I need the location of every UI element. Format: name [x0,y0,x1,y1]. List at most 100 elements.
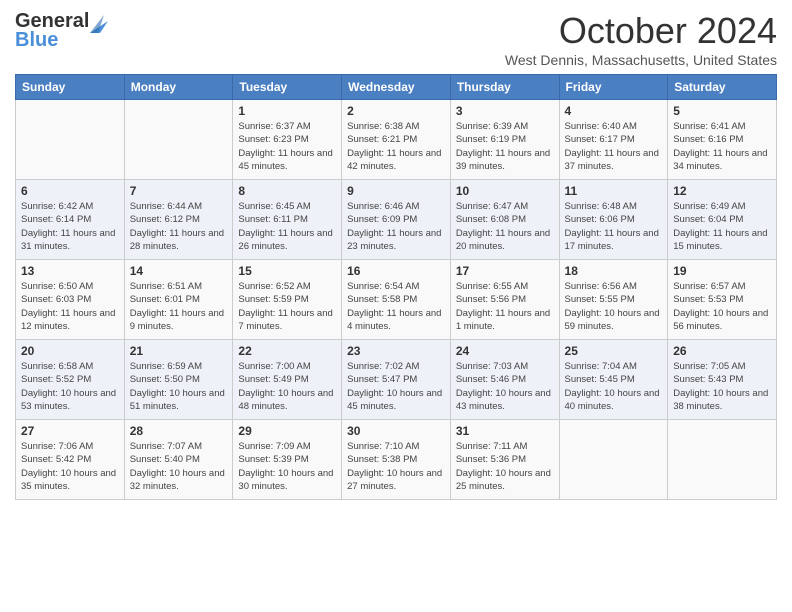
sunrise-text: Sunrise: 6:50 AM [21,280,119,293]
day-info: Sunrise: 6:45 AMSunset: 6:11 PMDaylight:… [238,200,336,253]
sunset-text: Sunset: 5:43 PM [673,373,771,386]
sunset-text: Sunset: 5:36 PM [456,453,554,466]
daylight-text: Daylight: 10 hours and 51 minutes. [130,387,228,414]
sunrise-text: Sunrise: 7:11 AM [456,440,554,453]
table-row: 19 Sunrise: 6:57 AMSunset: 5:53 PMDayligh… [668,260,777,340]
day-info: Sunrise: 7:04 AMSunset: 5:45 PMDaylight:… [565,360,663,413]
sunrise-text: Sunrise: 7:02 AM [347,360,445,373]
table-row: 20Sunrise: 6:58 AMSunset: 5:52 PMDayligh… [16,340,125,420]
col-sunday: Sunday [16,75,125,100]
daylight-text: Daylight: 11 hours and 7 minutes. [238,307,336,334]
day-number: 27 [21,424,119,438]
table-row: 3Sunrise: 6:39 AMSunset: 6:19 PMDaylight… [450,100,559,180]
table-row [124,100,233,180]
daylight-text: Daylight: 11 hours and 9 minutes. [130,307,228,334]
sunset-text: Sunset: 6:23 PM [238,133,336,146]
table-row: 26Sunrise: 7:05 AMSunset: 5:43 PMDayligh… [668,340,777,420]
sunrise-text: Sunrise: 6:48 AM [565,200,663,213]
sunrise-text: Sunrise: 6:39 AM [456,120,554,133]
day-number: 31 [456,424,554,438]
day-info: Sunrise: 6:47 AMSunset: 6:08 PMDaylight:… [456,200,554,253]
sunrise-text: Sunrise: 6:47 AM [456,200,554,213]
daylight-text: Daylight: 11 hours and 45 minutes. [238,147,336,174]
table-row: 22Sunrise: 7:00 AMSunset: 5:49 PMDayligh… [233,340,342,420]
daylight-text: Daylight: 11 hours and 42 minutes. [347,147,445,174]
sunset-text: Sunset: 5:52 PM [21,373,119,386]
table-row: 15Sunrise: 6:52 AMSunset: 5:59 PMDayligh… [233,260,342,340]
sunset-text: Sunset: 5:39 PM [238,453,336,466]
daylight-text: Daylight: 10 hours and 27 minutes. [347,467,445,494]
sunset-text: Sunset: 6:08 PM [456,213,554,226]
daylight-text: Daylight: 11 hours and 4 minutes. [347,307,445,334]
sunrise-text: Sunrise: 7:03 AM [456,360,554,373]
col-wednesday: Wednesday [342,75,451,100]
day-number: 13 [21,264,119,278]
day-number: 7 [130,184,228,198]
sunrise-text: Sunrise: 6:59 AM [130,360,228,373]
sunset-text: Sunset: 6:21 PM [347,133,445,146]
sunset-text: Sunset: 6:01 PM [130,293,228,306]
calendar-week-row: 1Sunrise: 6:37 AMSunset: 6:23 PMDaylight… [16,100,777,180]
sunset-text: Sunset: 5:56 PM [456,293,554,306]
sunrise-text: Sunrise: 6:56 AM [565,280,663,293]
sunrise-text: Sunrise: 6:45 AM [238,200,336,213]
day-number: 30 [347,424,445,438]
sunset-text: Sunset: 6:09 PM [347,213,445,226]
sunset-text: Sunset: 5:59 PM [238,293,336,306]
daylight-text: Daylight: 10 hours and 53 minutes. [21,387,119,414]
table-row: 29Sunrise: 7:09 AMSunset: 5:39 PMDayligh… [233,420,342,500]
sunrise-text: Sunrise: 6:46 AM [347,200,445,213]
sunset-text: Sunset: 6:04 PM [673,213,771,226]
sunset-text: Sunset: 5:38 PM [347,453,445,466]
day-number: 12 [673,184,771,198]
calendar-header-row: Sunday Monday Tuesday Wednesday Thursday… [16,75,777,100]
day-info: Sunrise: 6:57 AMSunset: 5:53 PMDaylight:… [673,280,771,333]
table-row: 30 Sunrise: 7:10 AMSunset: 5:38 PMDayligh… [342,420,451,500]
sunrise-text: Sunrise: 6:41 AM [673,120,771,133]
day-number: 14 [130,264,228,278]
sunrise-text: Sunrise: 7:04 AM [565,360,663,373]
day-number: 19 [673,264,771,278]
day-number: 17 [456,264,554,278]
sunrise-text: Sunrise: 6:57 AM [673,280,771,293]
table-row: 8 Sunrise: 6:45 AMSunset: 6:11 PMDaylight… [233,180,342,260]
daylight-text: Daylight: 11 hours and 12 minutes. [21,307,119,334]
sunset-text: Sunset: 5:53 PM [673,293,771,306]
table-row: 16Sunrise: 6:54 AMSunset: 5:58 PMDayligh… [342,260,451,340]
month-title: October 2024 [505,10,777,52]
table-row: 21Sunrise: 6:59 AMSunset: 5:50 PMDayligh… [124,340,233,420]
logo: General Blue [15,10,108,52]
table-row: 17Sunrise: 6:55 AMSunset: 5:56 PMDayligh… [450,260,559,340]
logo-bird-icon [90,11,108,33]
day-number: 8 [238,184,336,198]
daylight-text: Daylight: 11 hours and 17 minutes. [565,227,663,254]
day-info: Sunrise: 7:07 AMSunset: 5:40 PMDaylight:… [130,440,228,493]
col-saturday: Saturday [668,75,777,100]
header: General Blue October 2024 West Dennis, M… [15,10,777,68]
day-info: Sunrise: 7:03 AMSunset: 5:46 PMDaylight:… [456,360,554,413]
day-info: Sunrise: 6:51 AMSunset: 6:01 PMDaylight:… [130,280,228,333]
table-row: 7Sunrise: 6:44 AMSunset: 6:12 PMDaylight… [124,180,233,260]
day-number: 1 [238,104,336,118]
sunset-text: Sunset: 5:58 PM [347,293,445,306]
day-number: 6 [21,184,119,198]
daylight-text: Daylight: 10 hours and 45 minutes. [347,387,445,414]
calendar-week-row: 27 Sunrise: 7:06 AMSunset: 5:42 PMDayligh… [16,420,777,500]
sunrise-text: Sunrise: 6:51 AM [130,280,228,293]
daylight-text: Daylight: 11 hours and 15 minutes. [673,227,771,254]
calendar-week-row: 20Sunrise: 6:58 AMSunset: 5:52 PMDayligh… [16,340,777,420]
table-row [16,100,125,180]
day-info: Sunrise: 7:00 AMSunset: 5:49 PMDaylight:… [238,360,336,413]
day-info: Sunrise: 7:10 AMSunset: 5:38 PMDaylight:… [347,440,445,493]
day-info: Sunrise: 6:39 AMSunset: 6:19 PMDaylight:… [456,120,554,173]
sunrise-text: Sunrise: 7:05 AM [673,360,771,373]
page: General Blue October 2024 West Dennis, M… [0,0,792,510]
day-info: Sunrise: 7:11 AMSunset: 5:36 PMDaylight:… [456,440,554,493]
daylight-text: Daylight: 11 hours and 1 minute. [456,307,554,334]
day-info: Sunrise: 7:06 AMSunset: 5:42 PMDaylight:… [21,440,119,493]
day-info: Sunrise: 6:58 AMSunset: 5:52 PMDaylight:… [21,360,119,413]
sunrise-text: Sunrise: 6:40 AM [565,120,663,133]
title-section: October 2024 West Dennis, Massachusetts,… [505,10,777,68]
day-number: 4 [565,104,663,118]
table-row: 2Sunrise: 6:38 AMSunset: 6:21 PMDaylight… [342,100,451,180]
